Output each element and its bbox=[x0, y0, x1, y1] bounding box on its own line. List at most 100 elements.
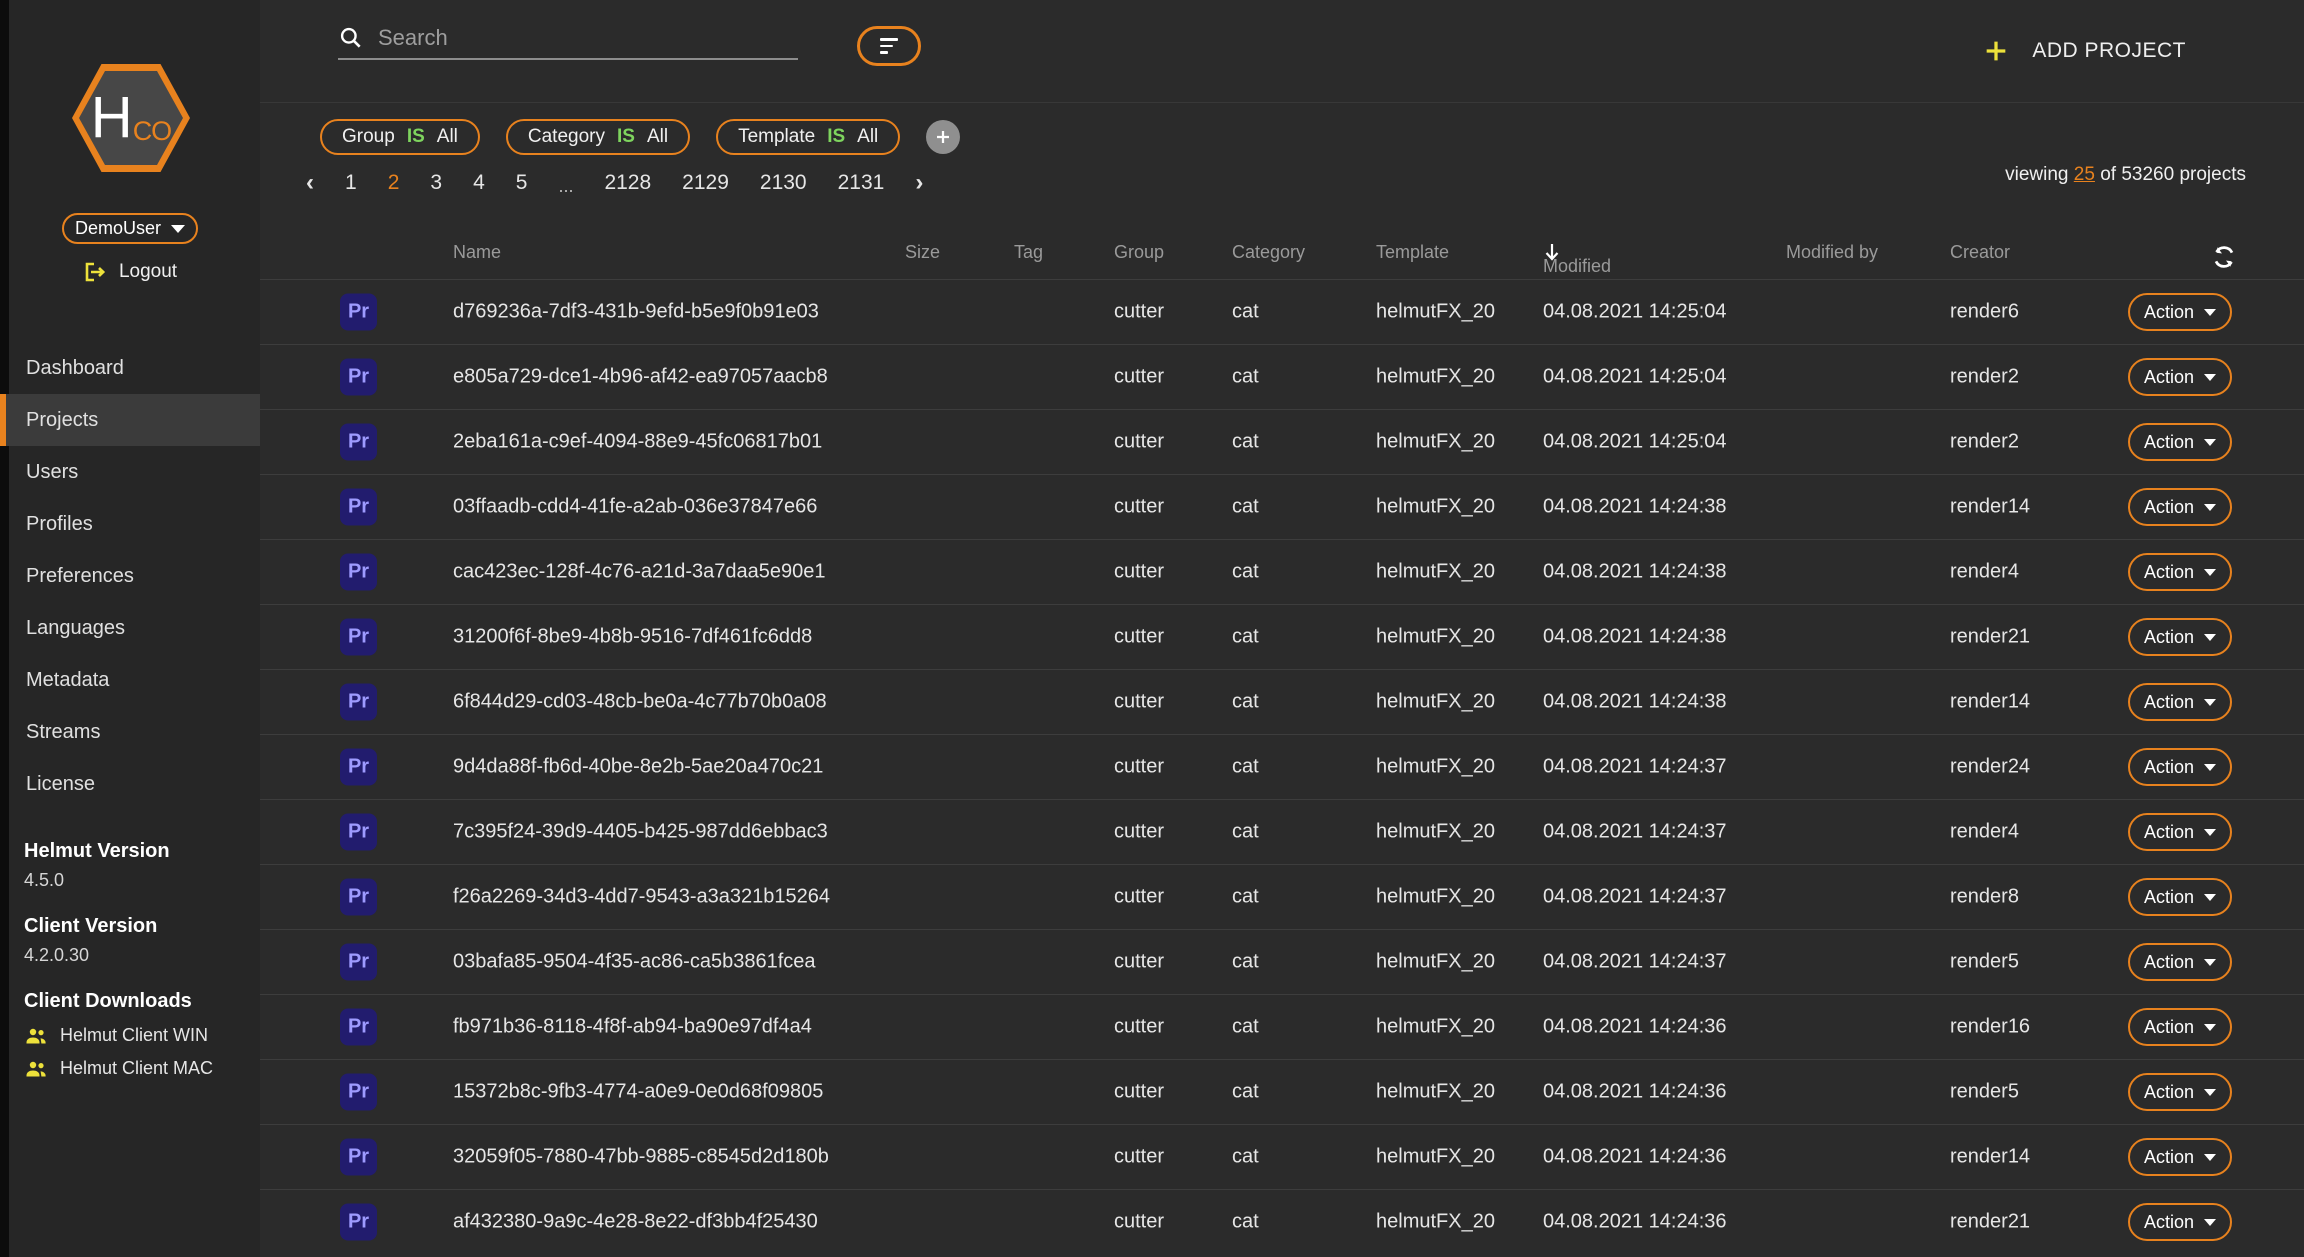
cell-modified: 04.08.2021 14:25:04 bbox=[1543, 301, 1727, 324]
column-header-name[interactable]: Name bbox=[453, 242, 501, 263]
column-header-tag[interactable]: Tag bbox=[1014, 242, 1043, 263]
caret-down-icon bbox=[2204, 1219, 2216, 1226]
cell-creator: render24 bbox=[1950, 756, 2030, 779]
project-name[interactable]: 2eba161a-c9ef-4094-88e9-45fc06817b01 bbox=[453, 431, 822, 454]
page-number-2128[interactable]: 2128 bbox=[604, 171, 651, 195]
refresh-icon bbox=[2209, 242, 2239, 272]
sidebar: H CO DemoUser Logout DashboardProjectsUs… bbox=[0, 0, 260, 1257]
cell-category: cat bbox=[1232, 1081, 1259, 1104]
premiere-badge: Pr bbox=[340, 1204, 377, 1241]
action-button[interactable]: Action bbox=[2128, 1138, 2232, 1176]
sidebar-item-streams[interactable]: Streams bbox=[0, 706, 260, 758]
cell-template: helmutFX_20 bbox=[1376, 951, 1495, 974]
sidebar-item-license[interactable]: License bbox=[0, 758, 260, 810]
refresh-area bbox=[2209, 242, 2239, 277]
download-link[interactable]: Helmut Client MAC bbox=[24, 1058, 244, 1079]
project-name[interactable]: 15372b8c-9fb3-4774-a0e9-0e0d68f09805 bbox=[453, 1081, 823, 1104]
project-name[interactable]: 31200f6f-8be9-4b8b-9516-7df461fc6dd8 bbox=[453, 626, 812, 649]
filter-chip-group[interactable]: GroupISAll bbox=[320, 119, 480, 155]
refresh-button[interactable] bbox=[2209, 242, 2239, 275]
sidebar-item-profiles[interactable]: Profiles bbox=[0, 498, 260, 550]
sidebar-item-users[interactable]: Users bbox=[0, 446, 260, 498]
search-icon bbox=[338, 25, 364, 51]
action-cell: Action bbox=[2128, 683, 2232, 721]
logout-button[interactable]: Logout bbox=[0, 256, 260, 288]
project-name[interactable]: 7c395f24-39d9-4405-b425-987dd6ebbac3 bbox=[453, 821, 828, 844]
sidebar-item-projects[interactable]: Projects bbox=[0, 394, 260, 446]
action-button[interactable]: Action bbox=[2128, 1073, 2232, 1111]
action-button[interactable]: Action bbox=[2128, 813, 2232, 851]
page-number-1[interactable]: 1 bbox=[345, 171, 357, 195]
action-cell: Action bbox=[2128, 1203, 2232, 1241]
project-name[interactable]: d769236a-7df3-431b-9efd-b5e9f0b91e03 bbox=[453, 301, 819, 324]
action-button[interactable]: Action bbox=[2128, 618, 2232, 656]
column-header-size[interactable]: Size bbox=[905, 242, 940, 263]
search-input[interactable] bbox=[378, 25, 758, 51]
project-name[interactable]: 9d4da88f-fb6d-40be-8e2b-5ae20a470c21 bbox=[453, 756, 823, 779]
premiere-project-icon: Pr bbox=[340, 619, 377, 656]
action-button[interactable]: Action bbox=[2128, 423, 2232, 461]
project-name[interactable]: 6f844d29-cd03-48cb-be0a-4c77b70b0a08 bbox=[453, 691, 827, 714]
download-link[interactable]: Helmut Client WIN bbox=[24, 1025, 244, 1046]
action-button[interactable]: Action bbox=[2128, 878, 2232, 916]
action-button[interactable]: Action bbox=[2128, 488, 2232, 526]
page-number-2[interactable]: 2 bbox=[388, 171, 400, 195]
premiere-badge: Pr bbox=[340, 619, 377, 656]
column-header-modified[interactable]: Modified bbox=[1543, 242, 1561, 262]
cell-category: cat bbox=[1232, 626, 1259, 649]
cell-modified: 04.08.2021 14:24:36 bbox=[1543, 1081, 1727, 1104]
premiere-badge: Pr bbox=[340, 814, 377, 851]
sidebar-item-languages[interactable]: Languages bbox=[0, 602, 260, 654]
sidebar-item-metadata[interactable]: Metadata bbox=[0, 654, 260, 706]
project-name[interactable]: e805a729-dce1-4b96-af42-ea97057aacb8 bbox=[453, 366, 828, 389]
add-project-button[interactable]: ADD PROJECT bbox=[1982, 30, 2186, 72]
premiere-badge: Pr bbox=[340, 684, 377, 721]
user-menu-button[interactable]: DemoUser bbox=[62, 213, 198, 244]
table-row: Pr2eba161a-c9ef-4094-88e9-45fc06817b01cu… bbox=[260, 409, 2304, 474]
action-button[interactable]: Action bbox=[2128, 748, 2232, 786]
column-header-modified-by[interactable]: Modified by bbox=[1786, 242, 1878, 263]
filter-chip-template[interactable]: TemplateISAll bbox=[716, 119, 900, 155]
action-button[interactable]: Action bbox=[2128, 943, 2232, 981]
column-header-category[interactable]: Category bbox=[1232, 242, 1305, 263]
action-button[interactable]: Action bbox=[2128, 293, 2232, 331]
page-number-2129[interactable]: 2129 bbox=[682, 171, 729, 195]
column-header-creator[interactable]: Creator bbox=[1950, 242, 2010, 263]
filter-chip-category[interactable]: CategoryISAll bbox=[506, 119, 690, 155]
project-name[interactable]: 03ffaadb-cdd4-41fe-a2ab-036e37847e66 bbox=[453, 496, 817, 519]
sidebar-item-dashboard[interactable]: Dashboard bbox=[0, 342, 260, 394]
action-button[interactable]: Action bbox=[2128, 1203, 2232, 1241]
project-name[interactable]: 32059f05-7880-47bb-9885-c8545d2d180b bbox=[453, 1146, 829, 1169]
client-version-title: Client Version bbox=[24, 915, 244, 938]
premiere-project-icon: Pr bbox=[340, 489, 377, 526]
add-filter-button[interactable] bbox=[926, 120, 960, 154]
sidebar-info: Helmut Version 4.5.0 Client Version 4.2.… bbox=[24, 840, 244, 1091]
page-number-5[interactable]: 5 bbox=[516, 171, 528, 195]
page-number-2131[interactable]: 2131 bbox=[838, 171, 885, 195]
project-name[interactable]: cac423ec-128f-4c76-a21d-3a7daa5e90e1 bbox=[453, 561, 826, 584]
premiere-project-icon: Pr bbox=[340, 1074, 377, 1111]
search-bar[interactable] bbox=[338, 18, 798, 60]
project-name[interactable]: f26a2269-34d3-4dd7-9543-a3a321b15264 bbox=[453, 886, 830, 909]
action-button[interactable]: Action bbox=[2128, 358, 2232, 396]
action-button[interactable]: Action bbox=[2128, 1008, 2232, 1046]
chip-op: IS bbox=[827, 126, 845, 148]
page-number-3[interactable]: 3 bbox=[430, 171, 442, 195]
project-name[interactable]: af432380-9a9c-4e28-8e22-df3bb4f25430 bbox=[453, 1211, 818, 1234]
column-header-template[interactable]: Template bbox=[1376, 242, 1449, 263]
premiere-project-icon: Pr bbox=[340, 944, 377, 981]
action-button[interactable]: Action bbox=[2128, 683, 2232, 721]
page-number-4[interactable]: 4 bbox=[473, 171, 485, 195]
filter-options-button[interactable] bbox=[857, 26, 921, 66]
project-name[interactable]: 03bafa85-9504-4f35-ac86-ca5b3861fcea bbox=[453, 951, 816, 974]
action-button[interactable]: Action bbox=[2128, 553, 2232, 591]
sidebar-item-preferences[interactable]: Preferences bbox=[0, 550, 260, 602]
cell-modified: 04.08.2021 14:24:38 bbox=[1543, 691, 1727, 714]
pagination-next-button[interactable]: › bbox=[915, 169, 923, 197]
pagination-prev-button[interactable]: ‹ bbox=[306, 169, 314, 197]
page-number-2130[interactable]: 2130 bbox=[760, 171, 807, 195]
project-name[interactable]: fb971b36-8118-4f8f-ab94-ba90e97df4a4 bbox=[453, 1016, 812, 1039]
viewing-count-link[interactable]: 25 bbox=[2074, 164, 2095, 185]
action-cell: Action bbox=[2128, 293, 2232, 331]
column-header-group[interactable]: Group bbox=[1114, 242, 1164, 263]
